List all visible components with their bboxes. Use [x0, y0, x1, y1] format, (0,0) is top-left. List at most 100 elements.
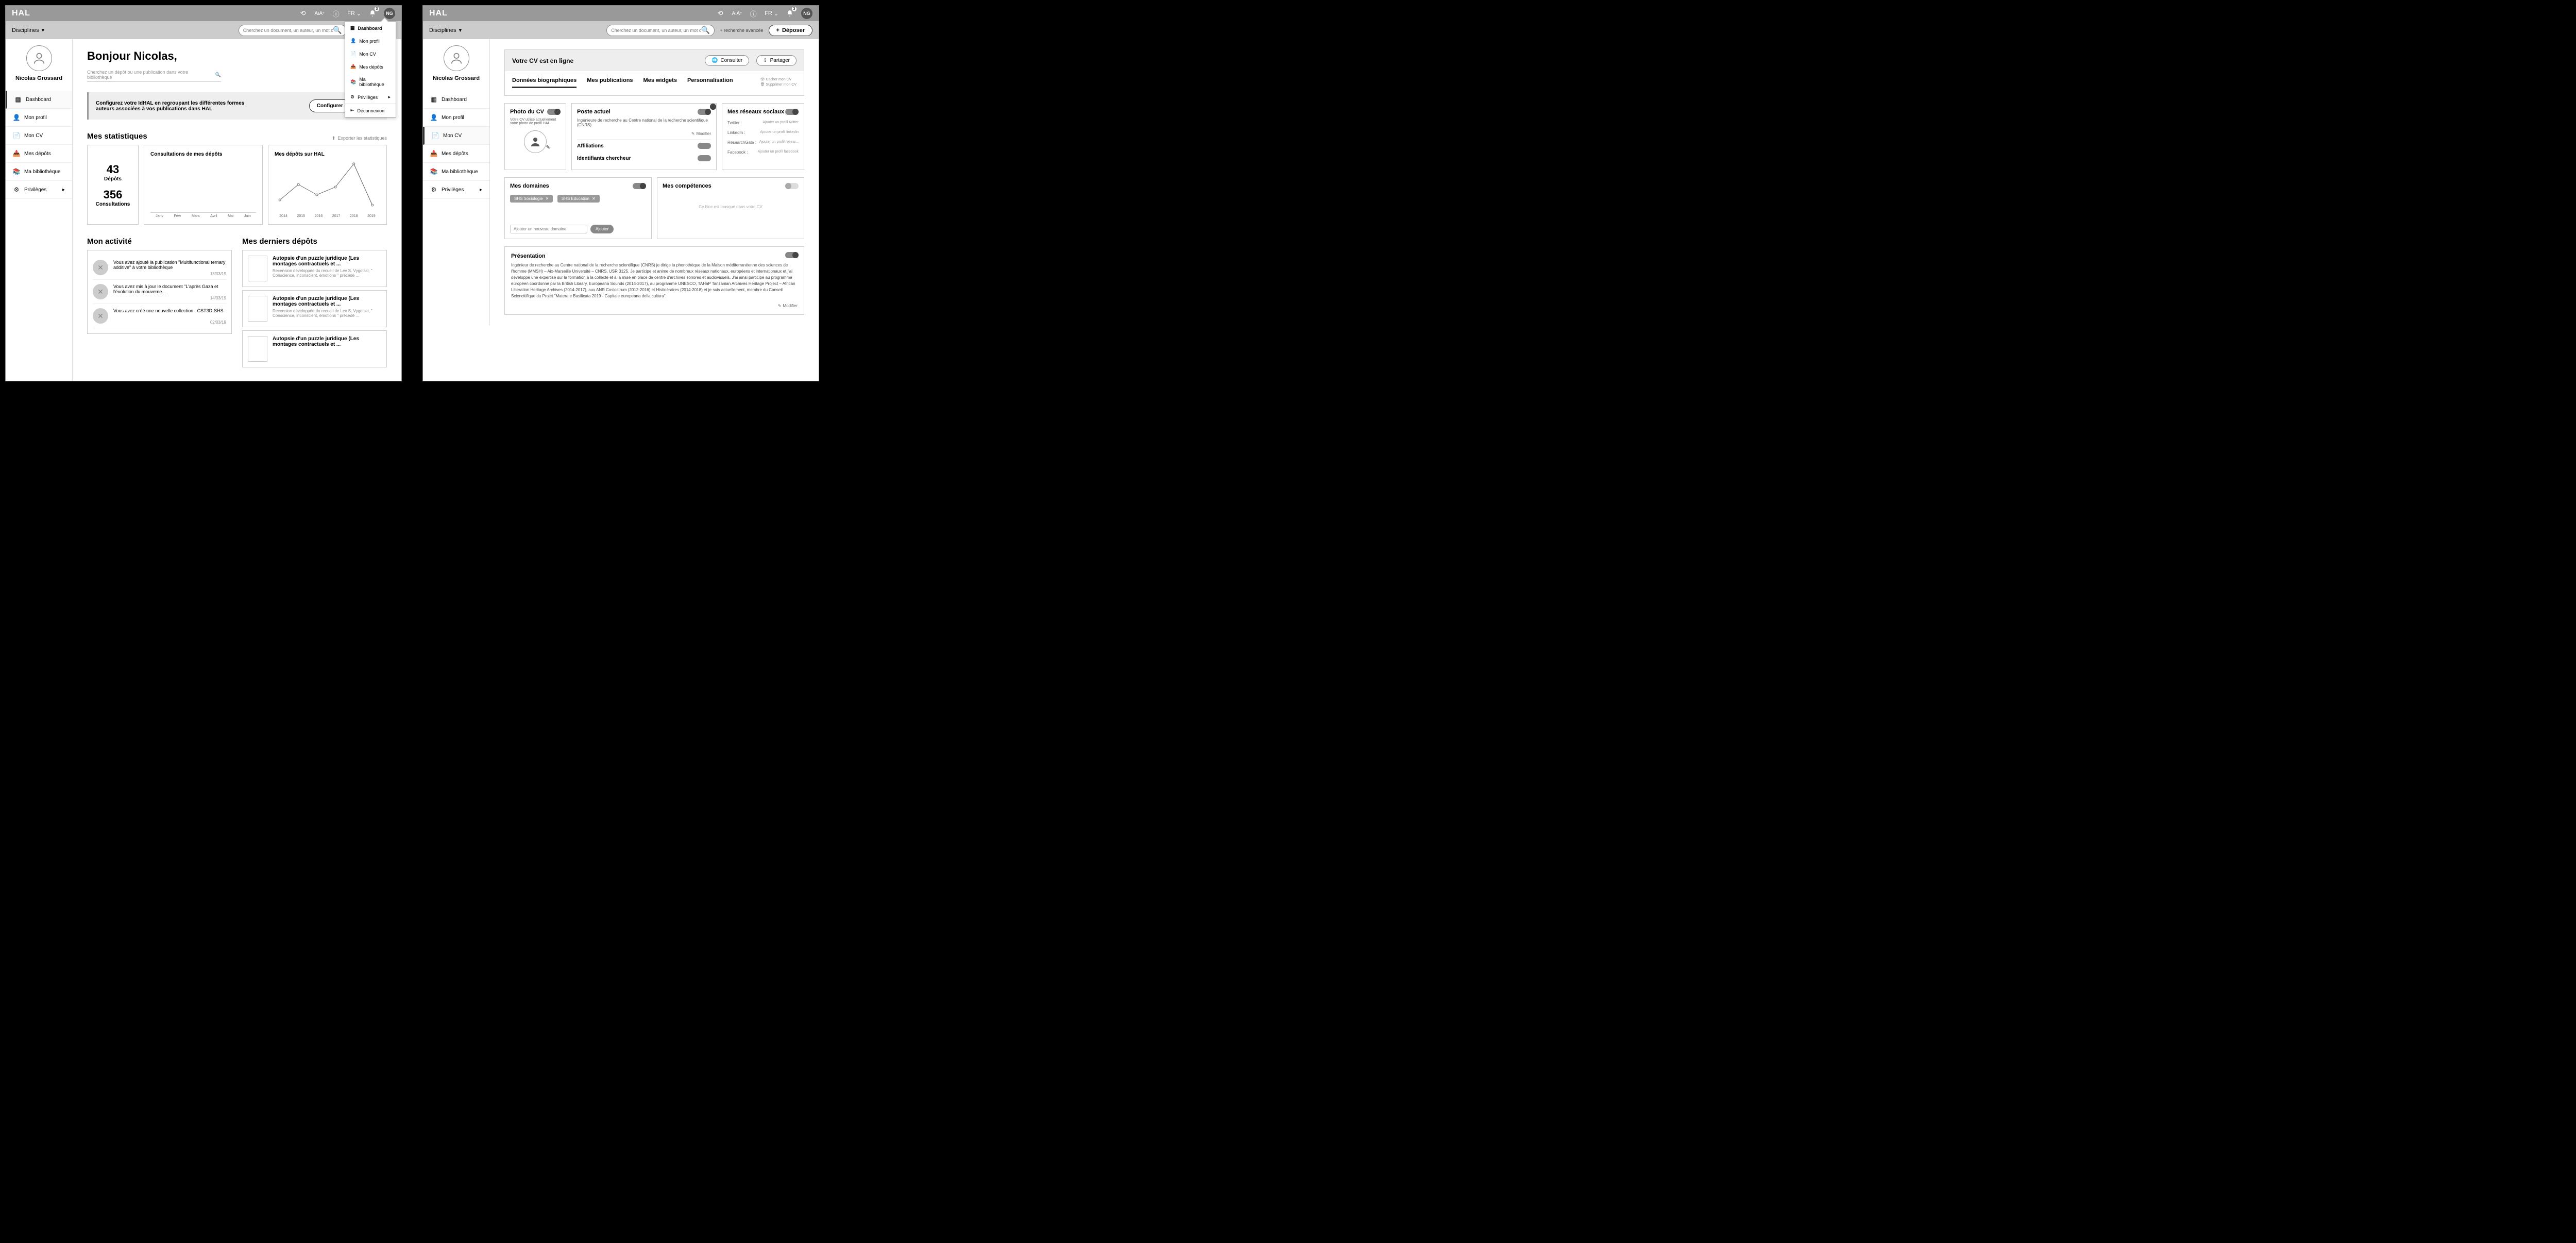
add-twitter-link[interactable]: Ajouter un profil twitter — [762, 121, 799, 125]
activity-item[interactable]: ✕ Vous avez créé une nouvelle collection… — [93, 304, 226, 328]
consulter-button[interactable]: 🌐Consulter — [705, 55, 749, 66]
library-search[interactable]: Cherchez un dépôt ou une publication dan… — [87, 68, 221, 82]
photo-toggle[interactable] — [547, 109, 561, 115]
search-field[interactable] — [243, 28, 333, 33]
partager-button[interactable]: ⇪Partager — [756, 55, 796, 66]
deposit-item[interactable]: Autopsie d'un puzzle juridique (Les mont… — [242, 330, 387, 367]
presentation-card: Présentation Ingénieur de recherche au C… — [504, 246, 804, 315]
activity-item[interactable]: ✕ Vous avez ajouté la publication "Multi… — [93, 256, 226, 280]
gear-icon: ⚙ — [13, 186, 20, 193]
nav-biblio[interactable]: 📚Ma bibliothèque — [423, 163, 489, 181]
dashboard-icon: ▦ — [430, 96, 437, 103]
app-cv: HAL ⟲ AIA+ ⓘ FR ⌄ 3 NG Disciplines ▾ 🔍 +… — [422, 5, 819, 381]
nav-profil[interactable]: 👤Mon profil — [423, 109, 489, 127]
identifiants-toggle[interactable] — [698, 155, 711, 161]
modifier-poste-link[interactable]: ✎Modifier — [577, 131, 711, 136]
deposit-item[interactable]: Autopsie d'un puzzle juridique (Les mont… — [242, 290, 387, 327]
notifications-button[interactable]: 3 — [785, 8, 795, 19]
person-icon: 👤 — [350, 38, 356, 44]
stats-summary-card: 43 Dépôts 356 Consultations — [87, 145, 139, 225]
competences-toggle[interactable] — [785, 183, 799, 189]
nav-dashboard[interactable]: ▦Dashboard — [423, 91, 489, 109]
add-domain-input[interactable] — [510, 225, 587, 233]
search-icon[interactable]: 🔍 — [215, 72, 221, 78]
delete-cv-link[interactable]: 🗑 Supprimer mon CV — [760, 82, 796, 87]
text-size-icon[interactable]: AIA+ — [314, 8, 325, 19]
nav-biblio[interactable]: 📚Ma bibliothèque — [6, 163, 72, 181]
dropdown-item-biblio[interactable]: 📚Ma bibliothèque — [345, 73, 396, 91]
user-avatar-menu[interactable]: NG — [801, 8, 812, 19]
cv-actions: 👁 Cacher mon CV 🗑 Supprimer mon CV — [760, 77, 796, 88]
social-toggle[interactable] — [785, 109, 799, 115]
add-domain-button[interactable]: Ajouter — [590, 225, 614, 233]
bar-chart — [150, 161, 256, 213]
modifier-presentation-link[interactable]: ✎Modifier — [511, 304, 798, 308]
notifications-button[interactable]: 3 — [367, 8, 378, 19]
inbox-icon: 📥 — [13, 150, 20, 157]
domains-toggle[interactable] — [633, 183, 646, 189]
add-linkedin-link[interactable]: Ajouter un profil linkedin — [760, 130, 799, 135]
library-icon: 📚 — [13, 168, 20, 175]
topbar-actions: ⟲ AIA+ ⓘ FR ⌄ 3 NG — [715, 8, 812, 19]
chevron-right-icon: ▸ — [62, 187, 65, 193]
nav-depots[interactable]: 📥Mes dépôts — [6, 145, 72, 163]
text-size-icon[interactable]: AIA+ — [732, 8, 742, 19]
language-selector[interactable]: FR ⌄ — [347, 10, 361, 17]
search-icon[interactable]: 🔍 — [701, 26, 710, 35]
add-researchgate-link[interactable]: Ajouter un profil resear... — [759, 140, 799, 145]
cv-main-content: Votre CV est en ligne 🌐Consulter ⇪Partag… — [490, 39, 819, 325]
refresh-icon[interactable]: ⟲ — [298, 8, 308, 19]
deposit-thumbnail — [248, 296, 267, 322]
dropdown-item-priv[interactable]: ⚙Privilèges▸ — [345, 91, 396, 104]
deposits-chart: Mes dépôts sur HAL 2014 2015 2016 2017 — [268, 145, 387, 225]
disciplines-menu[interactable]: Disciplines ▾ — [12, 27, 44, 33]
dropdown-item-profil[interactable]: 👤Mon profil — [345, 35, 396, 47]
tab-widgets[interactable]: Mes widgets — [643, 77, 677, 88]
disciplines-menu[interactable]: Disciplines ▾ — [429, 27, 462, 33]
tab-personnalisation[interactable]: Personnalisation — [687, 77, 733, 88]
advanced-search-link[interactable]: + recherche avancée — [720, 28, 763, 33]
add-facebook-link[interactable]: Ajouter un profil facebook — [758, 150, 799, 155]
remove-chip-icon[interactable]: ✕ — [546, 196, 549, 201]
poste-toggle[interactable] — [698, 109, 711, 115]
presentation-toggle[interactable] — [785, 252, 799, 258]
tab-publications[interactable]: Mes publications — [587, 77, 633, 88]
nav-dashboard[interactable]: ▦Dashboard — [6, 91, 72, 109]
tab-biographique[interactable]: Données biographiques — [512, 77, 577, 88]
domain-chip: SHS Education✕ — [557, 195, 600, 203]
global-search[interactable]: 🔍 — [606, 25, 715, 36]
hide-cv-link[interactable]: 👁 Cacher mon CV — [760, 77, 796, 81]
activity-item[interactable]: ✕ Vous avez mis à jour le document "L'ap… — [93, 280, 226, 304]
consultations-label: Consultations — [94, 201, 132, 207]
dropdown-item-logout[interactable]: ⇤Déconnexion — [345, 104, 396, 117]
nav-cv[interactable]: 📄Mon CV — [423, 127, 489, 145]
nav-cv[interactable]: 📄Mon CV — [6, 127, 72, 145]
dropdown-item-depots[interactable]: 📥Mes dépôts — [345, 60, 396, 73]
nav-priv[interactable]: ⚙Privilèges▸ — [423, 181, 489, 199]
notification-badge: 3 — [791, 6, 797, 12]
search-icon[interactable]: 🔍 — [333, 26, 342, 35]
dropdown-item-dashboard[interactable]: ▦Dashboard — [345, 22, 396, 35]
language-selector[interactable]: FR ⌄ — [765, 10, 778, 17]
user-avatar-menu[interactable]: NG — [384, 8, 395, 19]
export-stats-link[interactable]: ⬆Exporter les statistiques — [332, 136, 387, 141]
global-search[interactable]: 🔍 — [239, 25, 347, 36]
affiliations-toggle[interactable] — [698, 143, 711, 149]
info-icon[interactable]: ⓘ — [331, 8, 341, 19]
sidebar: Nicolas Grossard ▦Dashboard 👤Mon profil … — [423, 39, 490, 325]
gear-icon: ⚙ — [430, 186, 437, 193]
edit-photo-icon[interactable]: ✎ — [546, 145, 550, 150]
nav-depots[interactable]: 📥Mes dépôts — [423, 145, 489, 163]
chevron-down-icon: ▾ — [459, 27, 462, 33]
dropdown-item-cv[interactable]: 📄Mon CV — [345, 47, 396, 60]
deposit-item[interactable]: Autopsie d'un puzzle juridique (Les mont… — [242, 250, 387, 287]
cv-status-banner: Votre CV est en ligne 🌐Consulter ⇪Partag… — [505, 50, 804, 71]
nav-profil[interactable]: 👤Mon profil — [6, 109, 72, 127]
nav-priv[interactable]: ⚙Privilèges▸ — [6, 181, 72, 199]
deposer-button[interactable]: +Déposer — [769, 25, 812, 36]
remove-chip-icon[interactable]: ✕ — [592, 196, 596, 201]
info-icon[interactable]: ⓘ — [748, 8, 758, 19]
refresh-icon[interactable]: ⟲ — [715, 8, 725, 19]
search-field[interactable] — [611, 28, 701, 33]
chevron-right-icon: ▸ — [388, 94, 391, 100]
